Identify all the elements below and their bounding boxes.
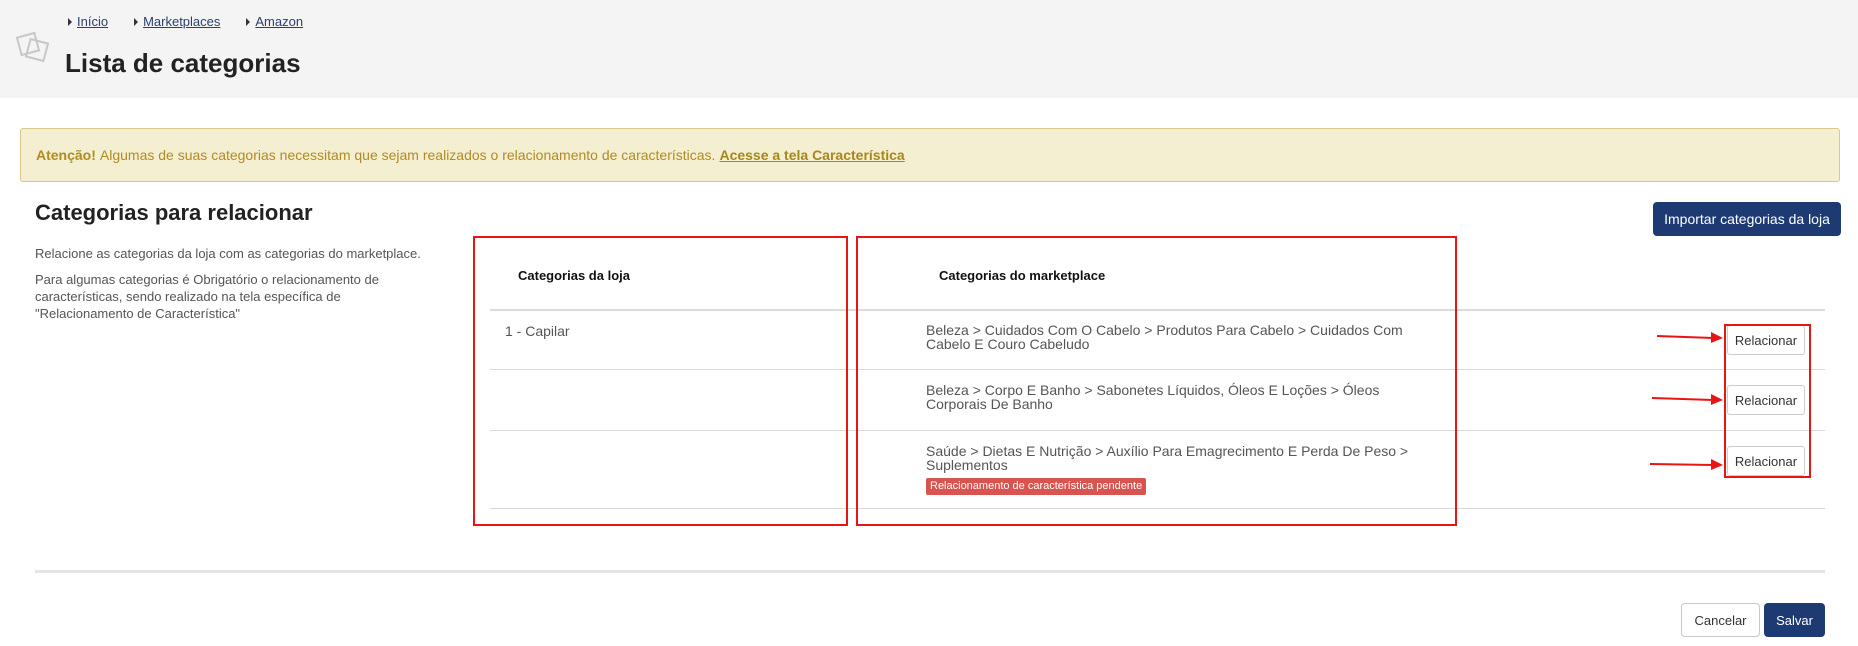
page-header: Início Marketplaces Amazon Lista de cate…: [0, 0, 1858, 98]
annotation-box-store-column: [473, 236, 848, 526]
section-title: Categorias para relacionar: [35, 200, 313, 225]
section-description: Relacione as categorias da loja com as c…: [35, 246, 421, 261]
cancel-button[interactable]: Cancelar: [1681, 603, 1760, 637]
breadcrumb-item-amazon: Amazon: [246, 14, 303, 29]
breadcrumb-link-marketplaces[interactable]: Marketplaces: [143, 14, 220, 29]
alert-message: Algumas de suas categorias necessitam qu…: [99, 147, 716, 163]
import-categories-button[interactable]: Importar categorias da loja: [1653, 202, 1841, 236]
annotation-arrow-icon: [1651, 394, 1723, 405]
section-note: Para algumas categorias é Obrigatório o …: [35, 272, 379, 321]
footer-divider: [35, 570, 1825, 573]
save-button[interactable]: Salvar: [1764, 603, 1825, 637]
annotation-arrow-icon: [1649, 459, 1723, 470]
caret-right-icon: [68, 17, 72, 26]
breadcrumb-link-inicio[interactable]: Início: [77, 14, 108, 29]
caret-right-icon: [246, 17, 251, 26]
annotation-box-marketplace-column: [856, 236, 1457, 526]
caret-right-icon: [134, 17, 139, 26]
annotation-arrow-icon: [1656, 332, 1723, 343]
breadcrumb: Início Marketplaces Amazon: [68, 14, 329, 29]
categories-icon: [16, 31, 50, 63]
annotation-box-actions: [1724, 324, 1811, 478]
breadcrumb-item-marketplaces: Marketplaces: [134, 14, 220, 29]
alert-title: Atenção!: [36, 147, 96, 163]
characteristics-link[interactable]: Acesse a tela Característica: [719, 147, 904, 163]
attention-alert: Atenção! Algumas de suas categorias nece…: [20, 128, 1840, 182]
page-title: Lista de categorias: [65, 48, 301, 78]
page: Início Marketplaces Amazon Lista de cate…: [0, 0, 1858, 646]
breadcrumb-link-amazon[interactable]: Amazon: [255, 14, 303, 29]
breadcrumb-item-inicio: Início: [68, 14, 108, 29]
